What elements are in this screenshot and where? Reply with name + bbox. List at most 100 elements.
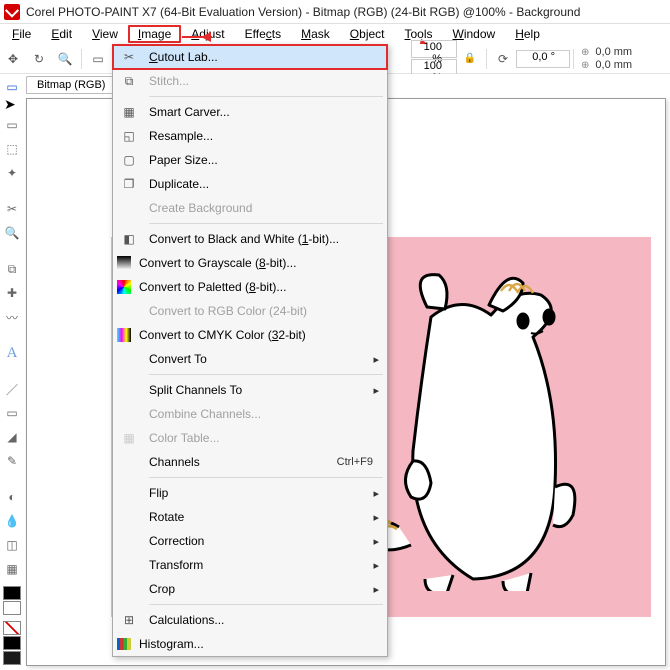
transparency-icon[interactable]: ◐ [3,488,21,506]
menu-view[interactable]: View [82,25,128,43]
separator [149,96,383,97]
fill-tool-icon[interactable]: ◢ [3,428,21,446]
wand-icon[interactable]: ✦ [3,164,21,182]
menu-convert-bw[interactable]: ◧ Convert to Black and White (1-bit)... [113,227,387,251]
menu-convert-cmyk[interactable]: Convert to CMYK Color (32-bit) [113,323,387,347]
separator [81,49,82,69]
menu-resample[interactable]: ◱ Resample... [113,124,387,148]
menu-smart-carver[interactable]: ▦ Smart Carver... [113,100,387,124]
menu-transform[interactable]: Transform [113,553,387,577]
menu-object[interactable]: Object [340,25,395,43]
table-icon: ▦ [117,429,141,447]
liquid-tool-icon[interactable]: 〰 [3,308,21,326]
menu-crop[interactable]: Crop [113,577,387,601]
separator [149,374,383,375]
app-icon [4,4,20,20]
menu-stitch: ⧉ Stitch... [113,69,387,93]
eraser-icon[interactable]: ◫ [3,536,21,554]
rotate-icon[interactable]: ↻ [28,48,50,70]
separator [149,477,383,478]
clone-tool-icon[interactable]: ⧉ [3,260,21,278]
stitch-icon: ⧉ [117,72,141,90]
menu-cutout-lab[interactable]: ✂ Cutout Lab... [113,45,387,69]
document-tab[interactable]: Bitmap (RGB) [26,76,116,94]
swatch-black[interactable] [3,586,21,600]
palette-icon [117,280,131,294]
calculator-icon: ⊞ [117,611,141,629]
menu-histogram[interactable]: Histogram... [113,632,387,656]
pan-tool-icon[interactable]: ✥ [2,48,24,70]
swatch-white[interactable] [3,601,21,615]
shadow-icon[interactable]: ▦ [3,560,21,578]
separator [573,49,574,69]
menu-convert-paletted[interactable]: Convert to Paletted (8-bit)... [113,275,387,299]
swatch-none[interactable] [3,621,21,635]
paper-icon: ▢ [117,151,141,169]
marquee-icon[interactable]: ⬚ [3,140,21,158]
histogram-icon [117,638,131,650]
offset-y[interactable]: 0,0 mm [591,59,636,71]
menu-combine-channels: Combine Channels... [113,402,387,426]
menu-convert-gray[interactable]: Convert to Grayscale (8-bit)... [113,251,387,275]
rect-select-icon[interactable]: ▭ [3,116,21,134]
heal-tool-icon[interactable]: ✚ [3,284,21,302]
menu-duplicate[interactable]: ❐ Duplicate... [113,172,387,196]
menu-calculations[interactable]: ⊞ Calculations... [113,608,387,632]
menu-effects[interactable]: Effects [235,25,291,43]
separator [149,223,383,224]
menu-correction[interactable]: Correction [113,529,387,553]
angle-field[interactable]: 0,0 ° [516,50,570,68]
menu-color-table: ▦ Color Table... [113,426,387,450]
menu-help[interactable]: Help [505,25,550,43]
line-tool-icon[interactable]: ／ [3,380,21,398]
rotate-angle-icon: ⟳ [492,48,514,70]
menu-channels[interactable]: Channels Ctrl+F9 [113,450,387,474]
menu-convert-to[interactable]: Convert To [113,347,387,371]
menu-split-channels[interactable]: Split Channels To [113,378,387,402]
character-right [361,261,581,591]
menubar: File Edit View Image Adjust Effects Mask… [0,24,670,44]
menu-image[interactable]: Image [128,25,181,43]
resample-icon: ◱ [117,127,141,145]
menu-rotate[interactable]: Rotate [113,505,387,529]
carver-icon: ▦ [117,103,141,121]
swatch-gray[interactable] [3,651,21,665]
eyedropper-icon[interactable]: 💧 [3,512,21,530]
shape-tool-icon[interactable]: ▭ [3,404,21,422]
menu-create-bg: Create Background [113,196,387,220]
page-icon[interactable]: ▭ [87,48,109,70]
separator [486,49,487,69]
zoom-icon[interactable]: 🔍 [54,48,76,70]
color-palette [2,585,24,666]
menu-convert-rgb: Convert to RGB Color (24-bit) [113,299,387,323]
annotation-arrow-1 [182,36,212,38]
menu-edit[interactable]: Edit [41,25,82,43]
crop-tool-icon[interactable]: ✂ [3,200,21,218]
pick-tool-icon[interactable]: ▭ [3,78,21,96]
tool-palette: ▭ ▭ ⬚ ✦ ✂ 🔍 ⧉ ✚ 〰 A ／ ▭ ◢ ✎ ◐ 💧 ◫ ▦ [0,74,24,670]
pointer-tool-icon[interactable]: ➤ [4,96,16,113]
menu-file[interactable]: File [2,25,41,43]
zoom-field-1[interactable]: 100 % [411,40,457,58]
menu-mask[interactable]: Mask [291,25,340,43]
shortcut: Ctrl+F9 [337,456,373,468]
lock-icon[interactable]: 🔒 [459,48,481,70]
menu-paper-size[interactable]: ▢ Paper Size... [113,148,387,172]
swatch-black2[interactable] [3,636,21,650]
offset-x[interactable]: 0,0 mm [591,46,636,58]
bw-icon: ◧ [117,230,141,248]
menu-flip[interactable]: Flip [113,481,387,505]
image-menu-dropdown: ✂ Cutout Lab... ⧉ Stitch... ▦ Smart Carv… [112,44,388,657]
offset-y-icon: ⊕ [581,60,589,71]
gray-icon [117,256,131,270]
scissors-icon: ✂ [117,48,141,66]
separator [149,604,383,605]
cmyk-icon [117,328,131,342]
text-tool-icon[interactable]: A [3,344,21,362]
titlebar: Corel PHOTO-PAINT X7 (64-Bit Evaluation … [0,0,670,24]
offset-x-icon: ⊕ [581,47,589,58]
zoom-tool-icon[interactable]: 🔍 [3,224,21,242]
brush-tool-icon[interactable]: ✎ [3,452,21,470]
duplicate-icon: ❐ [117,175,141,193]
window-title: Corel PHOTO-PAINT X7 (64-Bit Evaluation … [26,5,580,19]
